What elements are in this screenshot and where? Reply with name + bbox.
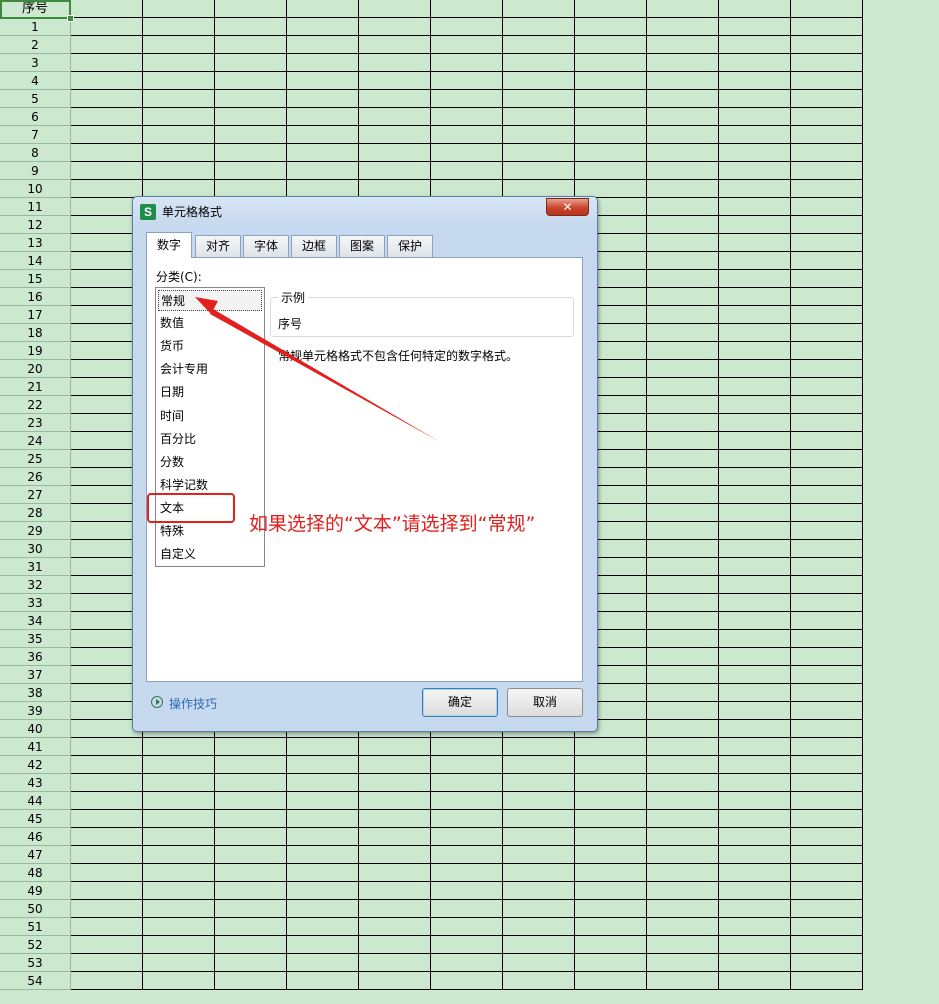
annotation-text: 如果选择的“文本”请选择到“常规” <box>249 513 536 535</box>
annotation-arrow <box>195 297 440 442</box>
tab-number[interactable]: 数字 <box>146 232 192 258</box>
annotation-highlight-box <box>147 493 235 523</box>
annotation-arrow-shaft <box>210 309 440 442</box>
